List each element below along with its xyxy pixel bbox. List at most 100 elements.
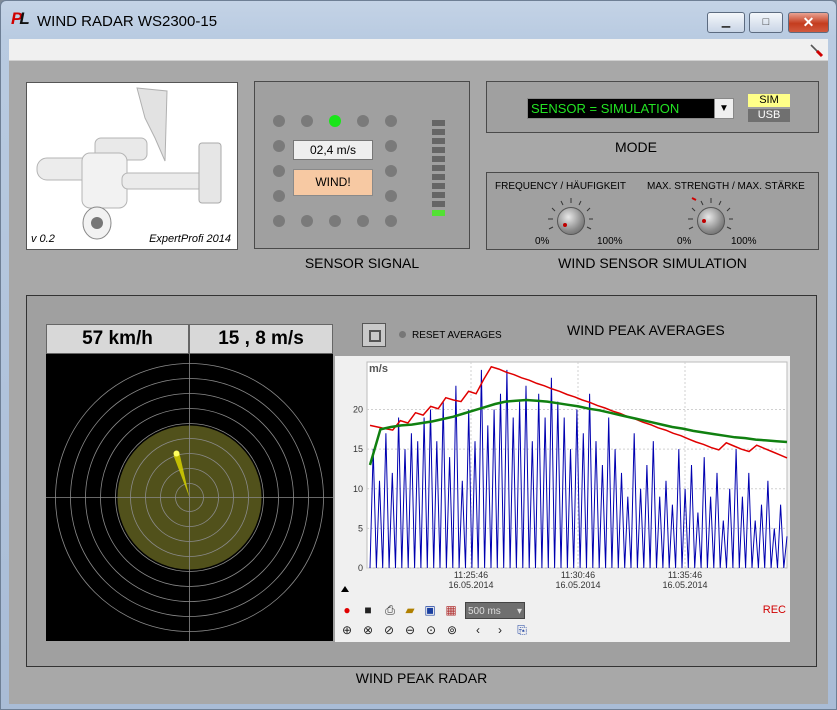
chart-x-tick-time: 11:30:46 [561,570,595,580]
chart-x-tick-date: 16.05.2014 [662,580,707,590]
close-button[interactable]: ✕ [788,12,829,33]
strength-max: 100% [731,236,757,247]
wind-radar [46,354,333,641]
mode-select[interactable]: SENSOR = SIMULATION ▼ [527,98,734,119]
knob-indicator [563,223,567,227]
signal-led [301,215,313,227]
interval-value: 500 ms [468,606,501,617]
reset-averages-label: RESET AVERAGES [412,330,502,341]
peak-chart: 0 5 10 15 20 m/s 11:25:46 16.05.2014 11:30:46 16.… [335,356,790,642]
minimize-button[interactable]: ▁ [707,12,745,33]
title-bar[interactable]: PL WIND RADAR WS2300-15 ▁ □ ✕ [1,1,836,39]
usb-button[interactable]: USB [748,109,790,122]
signal-led [301,115,313,127]
chart-x-tick-date: 16.05.2014 [448,580,493,590]
client-area: v 0.2 ExpertProfi 2014 02,4 m/s WIND! SE… [9,61,828,704]
interval-select[interactable]: 500 ms ▾ [465,602,525,619]
speed-ms-display: 15 , 8 m/s [189,324,333,354]
level-bar [432,129,445,135]
signal-led [273,165,285,177]
signal-led [357,215,369,227]
frequency-knob[interactable] [557,207,585,235]
peak-averages-title: WIND PEAK AVERAGES [567,322,725,338]
chevron-down-icon: ▾ [516,606,522,617]
export-icon[interactable]: ⎘ [513,621,531,639]
chevron-down-icon[interactable]: ▼ [714,99,733,118]
level-bar [432,156,445,162]
chart-y-tick: 5 [358,523,363,533]
signal-led [357,115,369,127]
arrow-up-icon [341,586,349,592]
chart-y-tick: 15 [353,444,363,454]
signal-led [273,215,285,227]
mode-select-value: SENSOR = SIMULATION [531,101,680,116]
chart-y-tick: 10 [353,484,363,494]
signal-speed-display: 02,4 m/s [293,140,373,160]
signal-led [385,215,397,227]
signal-led [385,115,397,127]
level-bar [432,147,445,153]
signal-led [385,165,397,177]
wind-sensor-image [36,87,222,240]
app-logo-icon: PL [11,9,30,28]
grid-icon[interactable]: ▦ [442,601,460,619]
level-bar [432,210,445,216]
print-icon[interactable]: ⎙ [381,601,399,619]
knob-indicator [702,219,706,223]
level-bar [432,201,445,207]
record-icon[interactable]: ● [338,601,356,619]
chart-x-tick-date: 16.05.2014 [555,580,600,590]
chart-toolbar-bottom: ⊕ ⊗ ⊘ ⊖ ⊙ ⊚ ‹ › ⎘ [335,621,790,641]
maximize-icon: □ [762,16,770,28]
rec-label: REC [762,604,786,616]
signal-led [273,115,285,127]
frequency-min: 0% [535,236,550,247]
save-icon[interactable]: ▣ [421,601,439,619]
zoom-y-icon[interactable]: ⊘ [380,621,398,639]
simulation-caption: WIND SENSOR SIMULATION [558,255,747,271]
chart-x-tick-time: 11:35:46 [668,570,702,580]
chart-y-label: m/s [369,363,388,375]
zoom-fit-icon[interactable]: ⊙ [422,621,440,639]
simulation-panel: FREQUENCY / HÄUFIGKEIT MAX. STRENGTH / M… [486,172,819,250]
signal-led [273,140,285,152]
radar-wind-tip [173,450,180,457]
strength-knob[interactable] [697,207,725,235]
signal-led [329,215,341,227]
stop-icon[interactable]: ■ [359,601,377,619]
frequency-max: 100% [597,236,623,247]
credit-label: ExpertProfi 2014 [149,233,231,245]
level-bar [432,138,445,144]
screwdriver-icon[interactable] [808,42,824,58]
window-title: WIND RADAR WS2300-15 [37,13,218,30]
zoom-in-icon[interactable]: ⊕ [338,621,356,639]
chart-y-tick: 0 [358,563,363,573]
reset-averages-button[interactable] [362,323,386,347]
signal-led [385,140,397,152]
zoom-out-icon[interactable]: ⊖ [401,621,419,639]
maximize-button[interactable]: □ [749,12,783,33]
strength-label: MAX. STRENGTH / MAX. STÄRKE [647,181,805,192]
wind-peak-panel: 57 km/h 15 , 8 m/s RESET AVERAGES WIND P… [26,295,817,667]
frequency-label: FREQUENCY / HÄUFIGKEIT [495,181,626,192]
prev-icon[interactable]: ‹ [469,621,487,639]
mode-panel: SENSOR = SIMULATION ▼ SIM USB [486,81,819,133]
sim-button[interactable]: SIM [748,94,790,107]
menu-bar [9,39,828,61]
chart-y-tick: 20 [353,405,363,415]
sensor-signal-caption: SENSOR SIGNAL [304,255,420,271]
zoom-x-icon[interactable]: ⊗ [359,621,377,639]
level-bar [432,192,445,198]
version-label: v 0.2 [31,233,55,245]
zoom-reset-icon[interactable]: ⊚ [443,621,461,639]
next-icon[interactable]: › [491,621,509,639]
sensor-picture-panel: v 0.2 ExpertProfi 2014 [26,82,238,250]
wind-button[interactable]: WIND! [293,169,373,196]
chart-toolbar-top: ● ■ ⎙ ▰ ▣ ▦ 500 ms ▾ REC [335,601,790,621]
close-icon: ✕ [802,14,815,30]
speed-kmh-display: 57 km/h [46,324,189,354]
open-folder-icon[interactable]: ▰ [401,601,419,619]
mode-caption: MODE [615,139,657,155]
sensor-signal-panel: 02,4 m/s WIND! [254,81,470,249]
minimize-icon: ▁ [721,16,731,28]
